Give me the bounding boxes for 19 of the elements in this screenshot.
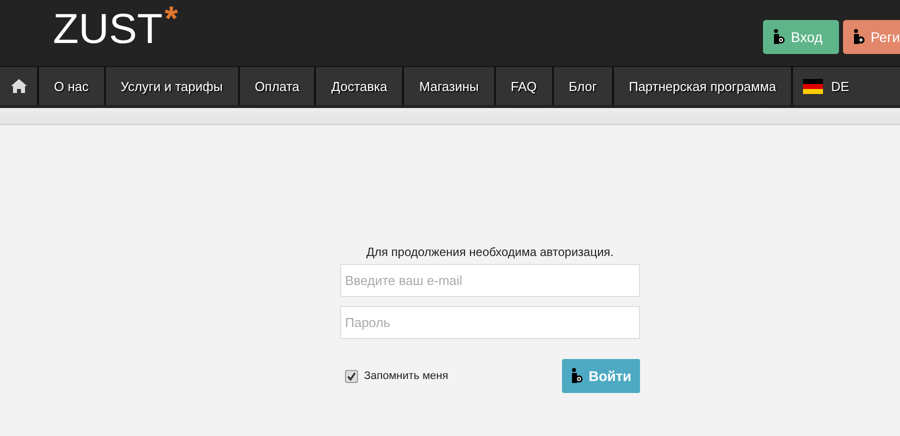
nav-link[interactable]: Магазины <box>404 67 496 105</box>
nav-link[interactable]: О нас <box>39 67 106 105</box>
nav-link[interactable]: Доставка <box>316 67 404 105</box>
auth-message: Для продолжения необходима авторизация. <box>365 245 615 259</box>
email-field[interactable]: Введите ваш e-mail <box>340 264 640 297</box>
nav-link[interactable]: Оплата <box>240 67 316 105</box>
user-add-icon <box>852 29 865 45</box>
user-icon <box>772 29 785 45</box>
logo[interactable]: ZUST* <box>53 4 178 54</box>
nav-link[interactable]: Блог <box>554 67 614 105</box>
nav-link[interactable]: FAQ <box>496 67 554 105</box>
flag-icon <box>803 78 824 94</box>
remember-checkbox[interactable] <box>345 370 358 382</box>
nav-link[interactable]: Партнерская программа <box>614 67 794 105</box>
language-link[interactable]: DE <box>793 67 864 105</box>
nav-link[interactable]: Услуги и тарифы <box>106 67 240 105</box>
password-field[interactable]: Пароль <box>340 306 640 339</box>
user-icon <box>570 368 583 384</box>
remember-label: Запомнить меня <box>364 370 448 382</box>
